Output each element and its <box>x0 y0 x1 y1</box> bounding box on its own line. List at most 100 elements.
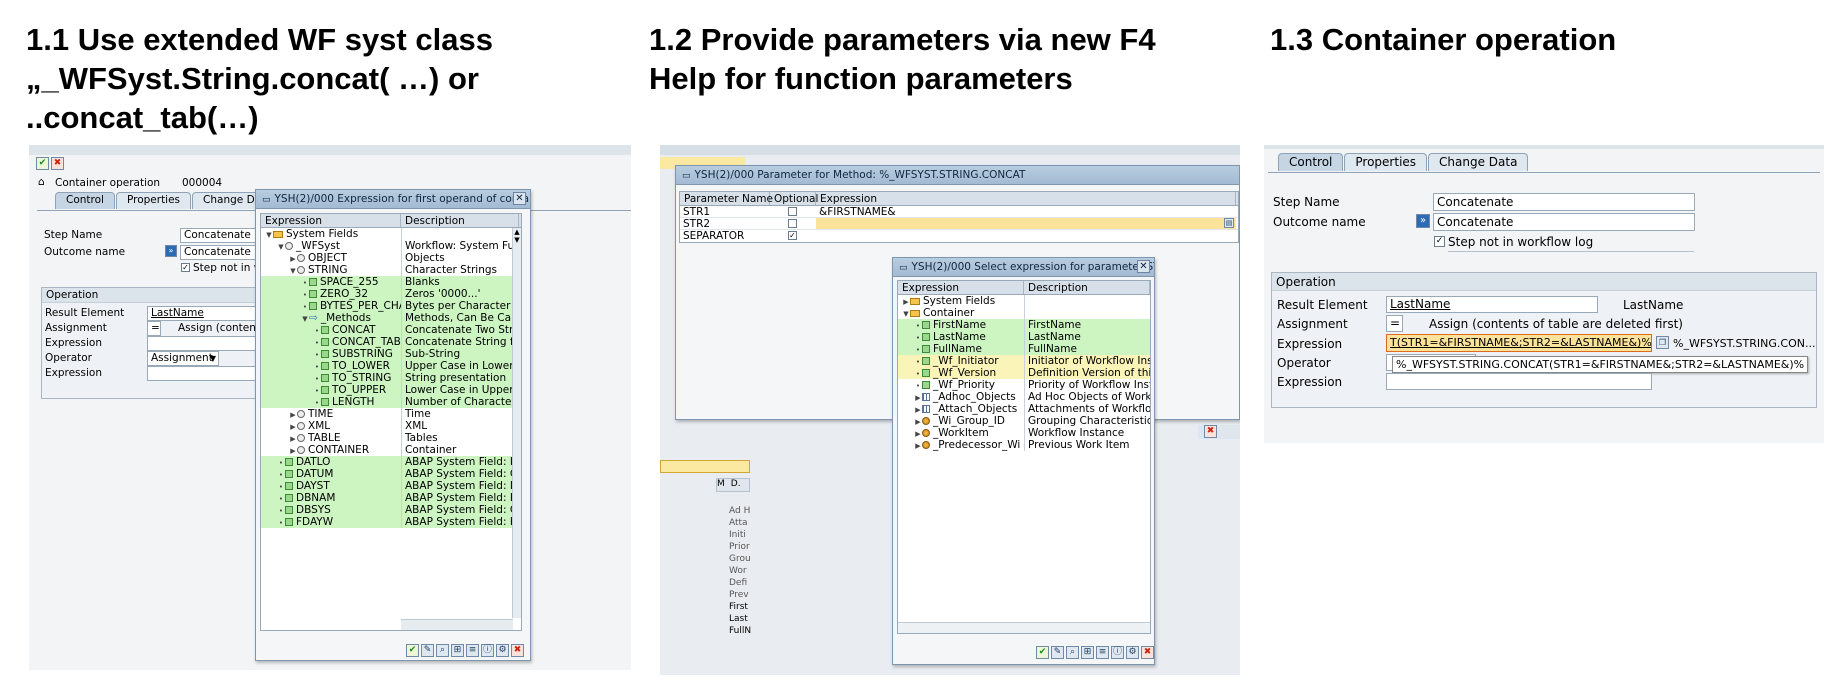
settings-icon[interactable]: ⚙ <box>1126 646 1139 659</box>
scroll-up-icon-2[interactable]: ▼ <box>513 236 521 244</box>
bg-cancel-icon[interactable]: ✖ <box>1204 425 1217 438</box>
info-icon[interactable]: ⓘ <box>481 644 494 657</box>
tab-control[interactable]: Control <box>55 192 115 209</box>
step-name-field[interactable]: Concatenate <box>1433 193 1695 211</box>
vertical-scrollbar[interactable]: ▲ ▼ <box>512 228 521 618</box>
tree-row[interactable]: • SPACE_255 Blanks <box>261 276 521 288</box>
expand-right-icon[interactable]: ▶ <box>289 445 297 456</box>
tree-row[interactable]: ▶ TABLE Tables <box>261 432 521 444</box>
list-icon[interactable]: ≡ <box>1096 646 1109 659</box>
settings-icon[interactable]: ⚙ <box>496 644 509 657</box>
tree-row[interactable]: ▶ TIME Time <box>261 408 521 420</box>
tree-row[interactable]: ▶ _Wi_Group_ID Grouping Characteristic for… <box>898 415 1150 427</box>
tree-row[interactable]: ▶ XML XML <box>261 420 521 432</box>
ok-icon[interactable]: ✔ <box>406 644 419 657</box>
tree-row[interactable]: • BYTES_PER_CHARBytes per Character <box>261 300 521 312</box>
outcome-link-icon[interactable]: » <box>1416 214 1430 228</box>
tree-row[interactable]: • FDAYW ABAP System Field: Factory C <box>261 516 521 528</box>
expand-right-icon[interactable]: ▶ <box>914 404 922 415</box>
step-not-in-log-checkbox[interactable]: ✓ <box>181 263 190 272</box>
tab-change-data[interactable]: Change Data <box>1428 153 1529 171</box>
find-icon[interactable]: ⌕ <box>1066 646 1079 659</box>
tree-row[interactable]: ▶ OBJECT Objects <box>261 252 521 264</box>
tree-row[interactable]: ▶ _WorkItem Workflow Instance <box>898 427 1150 439</box>
expand-down-icon[interactable]: ▼ <box>301 313 309 324</box>
outcome-link-icon[interactable]: » <box>165 245 177 257</box>
optional-checkbox[interactable] <box>788 207 797 216</box>
tree-row[interactable]: ▶ _Adhoc_Objects Ad Hoc Objects of Workflo… <box>898 391 1150 403</box>
cancel-icon-dialog[interactable]: ✖ <box>1141 646 1154 659</box>
tree-row[interactable]: ▼ _WFSyst Workflow: System Functions <box>261 240 521 252</box>
close-icon[interactable]: ✕ <box>513 192 526 205</box>
param-row-str2[interactable]: STR2 ▤ <box>680 218 1238 230</box>
assignment-field[interactable]: = <box>147 321 161 336</box>
expand-down-icon[interactable]: ▼ <box>277 241 285 252</box>
tree-row[interactable]: • _Wf_Priority Priority of Workflow Instan… <box>898 379 1150 391</box>
expand-right-icon[interactable]: ▶ <box>914 416 922 427</box>
tree-row[interactable]: • FullName FullName <box>898 343 1150 355</box>
edit-icon[interactable]: ✎ <box>1051 646 1064 659</box>
param-expression-active[interactable]: ▤ <box>816 218 1236 229</box>
param-row-separator[interactable]: SEPARATOR ✓ <box>680 230 1238 242</box>
tree-row[interactable]: • TO_STRING String presentation <box>261 372 521 384</box>
tree-row[interactable]: • DBNAM ABAP System Field: Logical D <box>261 492 521 504</box>
tree-row[interactable]: • FirstName FirstName <box>898 319 1150 331</box>
horizontal-scrollbar[interactable] <box>898 622 1150 633</box>
assignment-field[interactable]: = <box>1386 315 1403 332</box>
expand-down-icon[interactable]: ▼ <box>289 265 297 276</box>
ok-icon[interactable]: ✔ <box>1036 646 1049 659</box>
tree-row[interactable]: ▶ CONTAINER Container <box>261 444 521 456</box>
tree-row[interactable]: • DATLO ABAP System Field: Local Dat <box>261 456 521 468</box>
tree-row[interactable]: • CONCAT Concatenate Two Strings <box>261 324 521 336</box>
cancel-icon-dialog[interactable]: ✖ <box>511 644 524 657</box>
edit-icon[interactable]: ✎ <box>421 644 434 657</box>
tree-row[interactable]: • TO_UPPER Lower Case in Upper Case <box>261 384 521 396</box>
tree-row[interactable]: • DBSYS ABAP System Field: Central D <box>261 504 521 516</box>
tree-row[interactable]: • TO_LOWER Upper Case in Lower Case <box>261 360 521 372</box>
tree-row[interactable]: ▶ System Fields <box>898 295 1150 307</box>
tree-row[interactable]: ▶ _Predecessor_Wi Previous Work Item <box>898 439 1150 451</box>
param-expression[interactable]: &FIRSTNAME& <box>816 206 1236 218</box>
tree-row[interactable]: • DATUM ABAP System Field: Current D <box>261 468 521 480</box>
f4-help-icon[interactable]: ▤ <box>1224 218 1234 228</box>
copy-icon[interactable]: ❐ <box>1656 336 1669 349</box>
tab-properties[interactable]: Properties <box>1344 153 1428 171</box>
tree-row[interactable]: • CONCAT_TABConcatenate String from Tab <box>261 336 521 348</box>
expand-right-icon[interactable]: ▶ <box>914 440 922 451</box>
tree-row[interactable]: • DAYST ABAP System Field: Daylight S <box>261 480 521 492</box>
tab-control[interactable]: Control <box>1278 153 1344 171</box>
expand-down-icon[interactable]: ▼ <box>265 229 273 240</box>
tree-row[interactable]: • _Wf_Version Definition Version of this W… <box>898 367 1150 379</box>
hierarchy-icon[interactable]: ⊞ <box>451 644 464 657</box>
param-row-str1[interactable]: STR1 &FIRSTNAME& <box>680 206 1238 218</box>
expand-right-icon[interactable]: ▶ <box>902 296 910 307</box>
horizontal-scrollbar[interactable] <box>401 619 513 630</box>
cancel-icon[interactable]: ✖ <box>51 157 64 170</box>
tree-row[interactable]: ▼ STRING Character Strings <box>261 264 521 276</box>
expand-right-icon[interactable]: ▶ <box>289 253 297 264</box>
chevron-down-icon[interactable]: ▼ <box>210 352 216 365</box>
optional-checkbox[interactable] <box>788 219 797 228</box>
list-icon[interactable]: ≡ <box>466 644 479 657</box>
tab-properties[interactable]: Properties <box>115 192 192 209</box>
tree-row[interactable]: ▼⇨_MethodsMethods, Can Be Called in Exp <box>261 312 521 324</box>
tree-row[interactable]: • LastName LastName <box>898 331 1150 343</box>
result-element-field[interactable]: LastName <box>1386 296 1598 313</box>
expand-down-icon[interactable]: ▼ <box>902 308 910 319</box>
tree-row[interactable]: • _Wf_Initiator Initiator of Workflow Inst… <box>898 355 1150 367</box>
info-icon[interactable]: ⓘ <box>1111 646 1124 659</box>
optional-checkbox-checked[interactable]: ✓ <box>788 231 797 240</box>
param-expression[interactable] <box>816 230 1236 242</box>
expression-field[interactable]: T(STR1=&FIRSTNAME&;STR2=&LASTNAME&)% <box>1386 334 1652 352</box>
close-icon[interactable]: ✕ <box>1137 260 1150 273</box>
expand-right-icon[interactable]: ▶ <box>289 433 297 444</box>
tree-row[interactable]: • SUBSTRING Sub-String <box>261 348 521 360</box>
operator-select[interactable]: Assignment ▼ <box>147 351 219 366</box>
tree-row[interactable]: • LENGTH Number of Characters <box>261 396 521 408</box>
tree-row[interactable]: ▶ _Attach_Objects Attachments of Workflow … <box>898 403 1150 415</box>
find-icon[interactable]: ⌕ <box>436 644 449 657</box>
hierarchy-icon[interactable]: ⊞ <box>1081 646 1094 659</box>
step-not-in-log-checkbox[interactable]: ✓ <box>1434 236 1445 247</box>
tree-row[interactable]: • ZERO_32 Zeros '0000...' <box>261 288 521 300</box>
tree-row[interactable]: ▼ System Fields <box>261 228 521 240</box>
